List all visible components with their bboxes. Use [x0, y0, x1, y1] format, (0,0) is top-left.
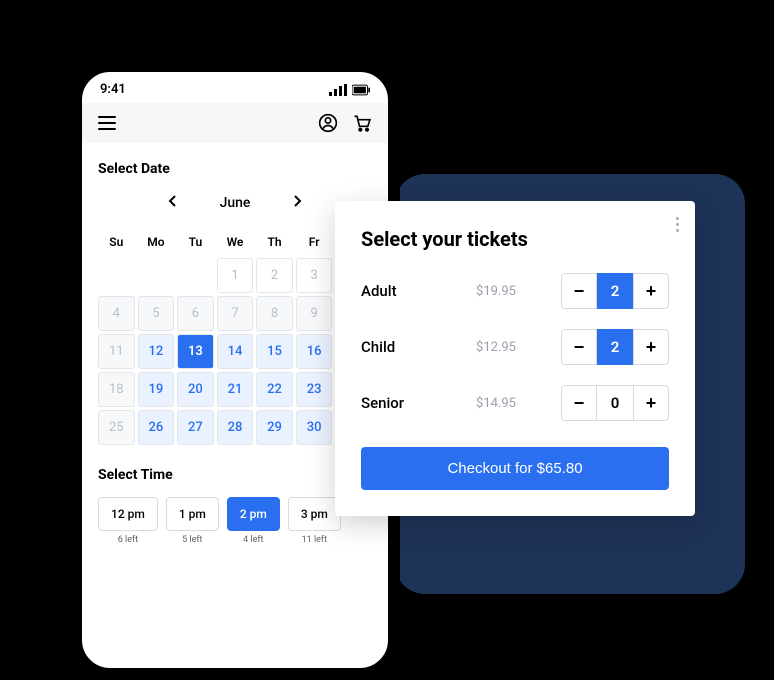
calendar-day[interactable]: 29 [256, 410, 293, 445]
quantity-value: 0 [597, 385, 633, 421]
calendar-day[interactable]: 23 [296, 372, 333, 407]
chevron-left-icon [168, 195, 176, 207]
time-slot: 3 pm 11 left [288, 497, 341, 545]
quantity-stepper: −0+ [561, 385, 669, 421]
calendar-day [177, 258, 214, 293]
increment-button[interactable]: + [633, 385, 669, 421]
calendar-day[interactable]: 27 [177, 410, 214, 445]
calendar-day[interactable]: 19 [138, 372, 175, 407]
calendar-day[interactable]: 30 [296, 410, 333, 445]
time-slot: 2 pm 4 left [227, 497, 280, 545]
calendar-day [98, 258, 135, 293]
quantity-stepper: −2+ [561, 329, 669, 365]
calendar-day[interactable]: 11 [98, 334, 135, 369]
time-left-label: 5 left [182, 535, 202, 545]
month-label: June [220, 195, 251, 211]
month-nav: June [98, 191, 372, 215]
prev-month-button[interactable] [164, 191, 180, 215]
ticket-panel: Select your tickets Adult$19.95−2+Child$… [335, 201, 695, 516]
day-of-week: Th [256, 229, 293, 255]
calendar-day[interactable]: 12 [138, 334, 175, 369]
menu-icon[interactable] [98, 116, 116, 130]
calendar-day[interactable]: 4 [98, 296, 135, 331]
ticket-label: Senior [361, 394, 431, 412]
calendar-day[interactable]: 5 [138, 296, 175, 331]
calendar-day[interactable]: 22 [256, 372, 293, 407]
day-of-week: Su [98, 229, 135, 255]
select-date-title: Select Date [98, 161, 372, 177]
calendar-day[interactable]: 16 [296, 334, 333, 369]
checkout-button[interactable]: Checkout for $65.80 [361, 447, 669, 490]
status-bar: 9:41 [82, 72, 388, 103]
time-button[interactable]: 3 pm [288, 497, 341, 531]
calendar-day[interactable]: 25 [98, 410, 135, 445]
calendar-day[interactable]: 15 [256, 334, 293, 369]
ticket-panel-title: Select your tickets [361, 227, 669, 251]
calendar-day[interactable]: 7 [217, 296, 254, 331]
quantity-stepper: −2+ [561, 273, 669, 309]
time-button[interactable]: 2 pm [227, 497, 280, 531]
calendar-day[interactable]: 13 [177, 334, 214, 369]
calendar-day[interactable]: 9 [296, 296, 333, 331]
status-icons [329, 84, 370, 96]
ticket-row: Adult $19.95 −2+ [361, 273, 669, 309]
calendar-day [138, 258, 175, 293]
next-month-button[interactable] [290, 191, 306, 215]
battery-icon [352, 84, 370, 96]
ticket-price: $19.95 [476, 284, 516, 299]
decrement-button[interactable]: − [561, 385, 597, 421]
header-bar [82, 103, 388, 143]
time-left-label: 11 left [302, 535, 327, 545]
account-icon[interactable] [318, 113, 338, 133]
select-time-title: Select Time [98, 467, 372, 483]
calendar-day[interactable]: 1 [217, 258, 254, 293]
calendar-day[interactable]: 18 [98, 372, 135, 407]
time-slot: 1 pm 5 left [166, 497, 219, 545]
day-of-week: Fr [296, 229, 333, 255]
ticket-price: $12.95 [476, 340, 516, 355]
calendar-day[interactable]: 2 [256, 258, 293, 293]
time-row: 12 pm 6 left 1 pm 5 left 2 pm 4 left 3 pm 11 le… [98, 497, 372, 545]
increment-button[interactable]: + [633, 273, 669, 309]
signal-icon [329, 84, 347, 96]
quantity-value: 2 [597, 329, 633, 365]
ticket-price: $14.95 [476, 396, 516, 411]
calendar-day[interactable]: 8 [256, 296, 293, 331]
quantity-value: 2 [597, 273, 633, 309]
day-of-week: Mo [138, 229, 175, 255]
calendar-day[interactable]: 20 [177, 372, 214, 407]
time-left-label: 6 left [118, 535, 138, 545]
calendar-day[interactable]: 26 [138, 410, 175, 445]
ticket-row: Senior $14.95 −0+ [361, 385, 669, 421]
decrement-button[interactable]: − [561, 329, 597, 365]
time-button[interactable]: 12 pm [98, 497, 158, 531]
day-of-week: We [217, 229, 254, 255]
calendar-grid: SuMoTuWeThFrSa12344567891011121314151617… [98, 229, 372, 445]
calendar-day[interactable]: 14 [217, 334, 254, 369]
time-slot: 12 pm 6 left [98, 497, 158, 545]
calendar-day[interactable]: 28 [217, 410, 254, 445]
ticket-label: Adult [361, 282, 431, 300]
increment-button[interactable]: + [633, 329, 669, 365]
chevron-right-icon [294, 195, 302, 207]
more-icon[interactable] [672, 213, 683, 236]
calendar-day[interactable]: 6 [177, 296, 214, 331]
time-button[interactable]: 1 pm [166, 497, 219, 531]
day-of-week: Tu [177, 229, 214, 255]
ticket-row: Child $12.95 −2+ [361, 329, 669, 365]
calendar-day[interactable]: 3 [296, 258, 333, 293]
time-left-label: 4 left [243, 535, 263, 545]
calendar-day[interactable]: 21 [217, 372, 254, 407]
status-time: 9:41 [100, 82, 126, 97]
decrement-button[interactable]: − [561, 273, 597, 309]
ticket-label: Child [361, 338, 431, 356]
cart-icon[interactable] [352, 113, 372, 133]
